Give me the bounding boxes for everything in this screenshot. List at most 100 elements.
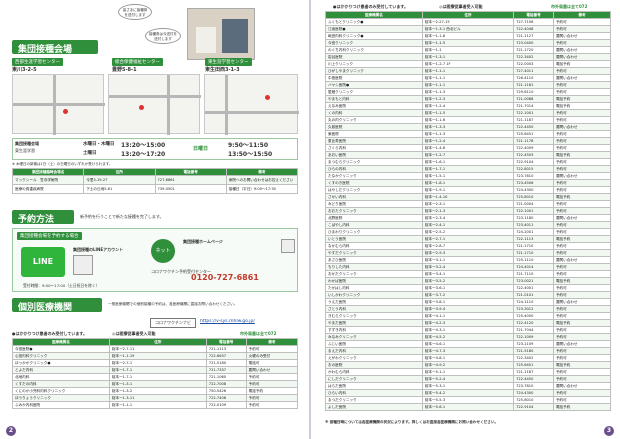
clinic-address: 桜本一1-1-1 (421, 74, 515, 82)
qr-code-site[interactable] (281, 239, 295, 253)
clinic-phone: 722-9104 (513, 403, 554, 411)
table-row: くすだの内科 桜本一1-3-1 722-7008 予約可 (12, 380, 299, 388)
call-center-phone[interactable]: 0120-727-6861 (191, 273, 259, 282)
clinic-note: 予約可 (552, 326, 612, 334)
clinic-address: 桜本一4-6-1 (421, 340, 515, 348)
clinic-note: 予約可 (245, 373, 299, 381)
clinic-phone: 723-0400 (513, 39, 554, 47)
clinic-address: 桜本一3-4-1 (421, 270, 515, 278)
clinic-name: にしだクリニック (325, 375, 423, 383)
clinic-phone: 722-4503 (513, 151, 554, 159)
clinic-address: 桜本一4-9-2 (421, 361, 515, 369)
vaccine-navi-url[interactable]: https://v-sys.mhlw.go.jp/ (200, 319, 255, 324)
temp-venue-table: 集団接種臨時会場名 住所 電話番号 備考 マックシール 笠寺学術院 今里3-19-27… (11, 168, 299, 194)
schedule-box: 集団接種会場 東生涯学習 水曜日・木曜日 土曜日 13:20〜15:00 13:… (12, 138, 298, 160)
col-header: 備考 (245, 338, 299, 346)
clinic-phone: 724-2001 (513, 228, 554, 236)
venue-2-address: 豊野5-8-1 (112, 67, 137, 73)
clinic-name: いしかわクリニック (325, 291, 423, 299)
clinic-phone: 722-4001 (513, 284, 554, 292)
clinic-name: とよだ内科 (12, 366, 110, 374)
line-logo[interactable]: LINE (21, 247, 65, 277)
clinic-name: わかば医院 (325, 277, 423, 285)
clinic-phone: 721-0101 (513, 291, 554, 299)
clinic-note: 要問い合わせ (552, 123, 612, 131)
table-row: 北地内科 桜本一1-7-1 721-1060 予約可 (12, 373, 299, 381)
table-row: ふくもとクリニック● 桜本一2-27-15 727-7106 予約可 (325, 18, 612, 26)
clinic-address: 桜本一1-7-1 (108, 366, 207, 374)
clinic-name: やまもと内科 (325, 95, 423, 103)
footnote: ※ 接種日時については各医療機関の状況によります。詳しくはお直接各医療機関にお問… (325, 420, 499, 424)
clinic-name: ひまわりクリニック (325, 228, 423, 236)
page-number-right: 3 (604, 426, 614, 436)
clinic-note: 予約可 (552, 109, 612, 117)
table-row: 東医院 桜本一1-1-3 725-6451 予約可 (325, 130, 612, 138)
table-row: まえだ内科 桜本一4-7-3 721-5180 予約可 (325, 347, 612, 355)
cell: マックシール 笠寺学術院 (11, 175, 85, 185)
col-header: 備考 (225, 168, 299, 176)
clinic-note: 予約可 (552, 263, 612, 271)
clinic-phone: 723-1109 (513, 340, 554, 348)
table-row: 川上クリニック 桜本一1-2-7 1F 722-0003 電話予約 (325, 60, 612, 68)
clinic-address: 桜本一1-1-19 (108, 352, 207, 360)
table-row: 北野医院 桜本一2-3-4 723-1180 要問い合わせ (325, 214, 612, 222)
clinic-address: 桜本一3-9-4 (421, 305, 515, 313)
clinic-note: 予約可 (552, 186, 612, 194)
clinic-name: 江坂医院● (325, 25, 423, 33)
clinic-note: 要問い合わせ (552, 340, 612, 348)
clinic-address: 桜本一1-4-6 (421, 144, 515, 152)
clinic-address: 桜本一2-9-3 (421, 249, 515, 257)
clinic-phone: 721-5180 (205, 359, 247, 367)
table-row: さくら内科 桜本一1-4-6 722-4009 予約可 (325, 144, 612, 152)
clinic-name: はやしだクリニック (325, 186, 423, 194)
col-header: 医療機関名 (12, 338, 110, 346)
table-row: ほうりょうクリニック 桜本一1-3-11 722-7408 予約可 (12, 394, 299, 402)
clinic-address: 桜本一1-1-1 (108, 401, 207, 409)
map-west (12, 74, 105, 135)
clinic-phone: 723-4011 (513, 221, 554, 229)
table-row: まつむらクリニック 桜本一1-6-1 722-9104 予約可 (325, 158, 612, 166)
clinic-phone: 722-1113 (513, 235, 554, 243)
clinic-name: きむらクリニック (325, 312, 423, 320)
clinic-note: 要問い合わせ (552, 298, 612, 306)
clinic-address: 桜本一5-2-4 (421, 375, 515, 383)
clinic-phone: 721-1710 (513, 249, 554, 257)
section-title-mass: 集団接種会場 (12, 40, 98, 55)
table-row: いとう医院 桜本一2-7-1 722-1113 電話予約 (325, 235, 612, 243)
vaccine-navi-label: コロナワクチンナビ (150, 318, 196, 328)
web-badge: ネット (151, 239, 175, 263)
clinic-address: 桜本一1-2-7 1F (421, 60, 515, 68)
clinic-address: 桜本一1-3-11 (108, 394, 207, 402)
schedule-label-1: 集団接種会場 (15, 141, 39, 146)
clinic-note: 予約可 (552, 291, 612, 299)
clinic-note: 予約可 (552, 375, 612, 383)
schedule-time-1: 13:20〜15:00 (121, 142, 166, 149)
clinic-note: 予約可 (552, 249, 612, 257)
clinic-phone: 721-1710 (513, 242, 554, 250)
clinic-name: みなみクリニック (325, 333, 423, 341)
call-center-hours: 受付時間：9:00〜17:00（土日祝日を除く） (23, 283, 100, 288)
qr-code-line[interactable] (73, 255, 93, 275)
clinic-note: 予約可 (552, 389, 612, 397)
clinic-note: 予約可 (552, 242, 612, 250)
col-header: 電話番号 (513, 11, 554, 19)
schedule-label-2: 東生涯学習 (15, 148, 35, 153)
clinic-address: 桜本一1-9-1 (421, 186, 515, 194)
clinic-name: のぐち内科クリニック (325, 46, 423, 54)
clinic-name: 岩谷医院 (325, 53, 423, 61)
clinic-name: ふくもとクリニック● (325, 18, 423, 26)
clinic-phone: 722-4450 (513, 123, 554, 131)
clinic-name: ふじい医院 (325, 340, 423, 348)
venue-3-name: 東生涯学習センター (205, 58, 252, 66)
clinic-address: 桜本一3-7-2 (421, 291, 515, 299)
clinic-note: 予約可 (552, 207, 612, 215)
cell: 医療の貴重疾病院 (11, 184, 85, 194)
clinic-address: 桜本一1-8-1 (421, 179, 515, 187)
table-row: おの医院 桜本一4-9-2 725-6451 電話予約 (325, 361, 612, 369)
clinic-note: 予約可 (552, 312, 612, 320)
schedule-time-2: 13:20〜17:20 (121, 151, 166, 158)
clinic-note: 予約可 (245, 380, 299, 388)
clinic-address: 桜本一1-1-6 (421, 32, 515, 40)
table-row: やすだクリニック 桜本一2-9-3 721-1710 予約可 (325, 249, 612, 257)
clinic-name: 嶋田内科クリニック● (325, 32, 423, 40)
